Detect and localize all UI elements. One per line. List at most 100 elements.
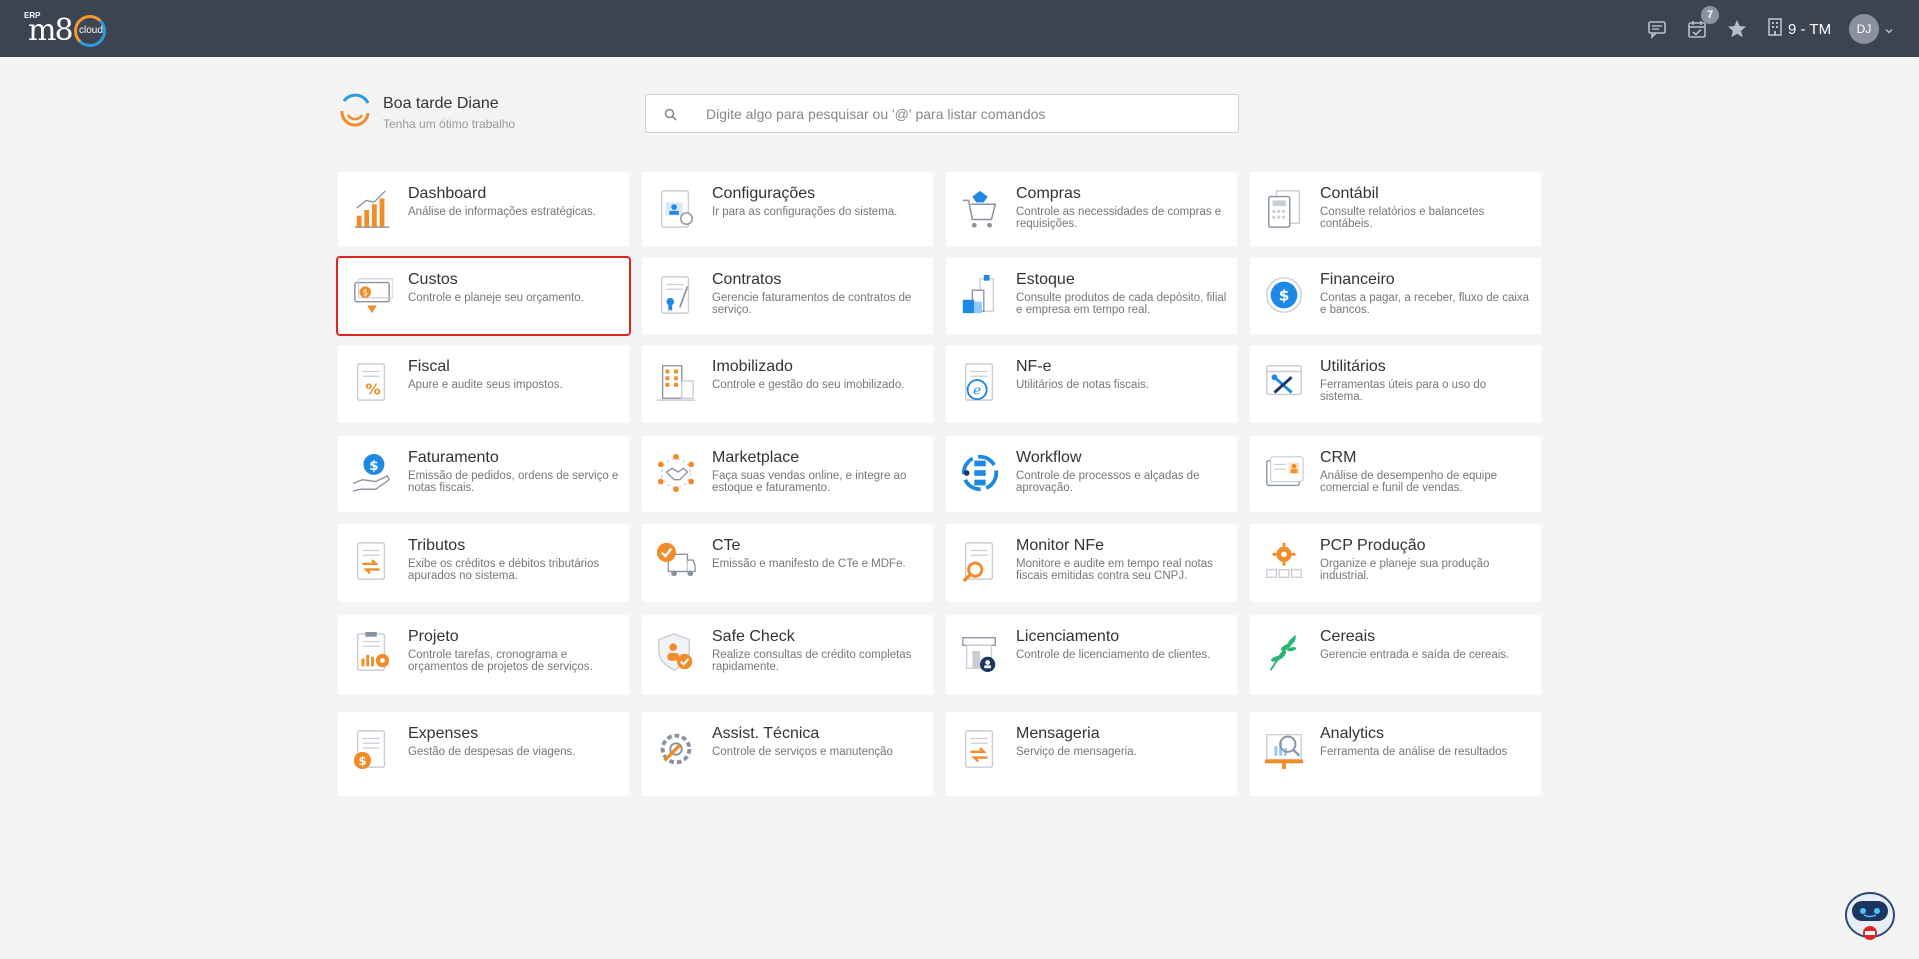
module-card-compras[interactable]: Compras Controle as necessidades de compr…: [946, 172, 1237, 246]
analytics-screen-icon: [1263, 726, 1305, 772]
module-card-licenciamento[interactable]: Licenciamento Controle de licenciamento d…: [946, 615, 1237, 695]
module-card-dashboard[interactable]: Dashboard Análise de informações estratég…: [338, 172, 629, 246]
module-card-nf-e[interactable]: e NF-e Utilitários de notas fiscais.: [946, 345, 1237, 423]
module-card-contratos[interactable]: Contratos Gerencie faturamentos de contra…: [642, 258, 933, 334]
svg-text:$: $: [363, 288, 368, 298]
crm-card-icon: [1263, 450, 1305, 496]
chevron-down-icon[interactable]: [1884, 23, 1894, 34]
module-description: Controle e planeje seu orçamento.: [408, 292, 584, 304]
module-title: Workflow: [1016, 449, 1082, 466]
module-title: Monitor NFe: [1016, 537, 1105, 554]
module-card-cte[interactable]: CTe Emissão e manifesto de CTe e MDFe.: [642, 524, 933, 602]
clipboard-gear-icon: [351, 629, 393, 675]
avatar[interactable]: DJ: [1849, 14, 1879, 44]
branch-label: 9 - TM: [1788, 20, 1832, 38]
module-card-fiscal[interactable]: % Fiscal Apure e audite seus impostos.: [338, 345, 629, 423]
module-description: Gestão de despesas de viagens.: [408, 746, 576, 758]
building-asset-icon: [655, 359, 697, 405]
search-input[interactable]: [706, 104, 1226, 124]
module-card-expenses[interactable]: $ Expenses Gestão de despesas de viagens.: [338, 712, 629, 796]
module-title: Compras: [1016, 185, 1081, 202]
module-card-mensageria[interactable]: Mensageria Serviço de mensageria.: [946, 712, 1237, 796]
module-description: Gerencie entrada e saída de cereais.: [1320, 649, 1510, 661]
module-card-utilitarios[interactable]: Utilitários Ferramentas úteis para o uso …: [1250, 345, 1541, 423]
module-card-custos[interactable]: $ Custos Controle e planeje seu orçamento.: [336, 256, 631, 336]
module-title: CRM: [1320, 449, 1357, 466]
module-title: Contratos: [712, 271, 782, 288]
module-card-imobilizado[interactable]: Imobilizado Controle e gestão do seu imob…: [642, 345, 933, 423]
module-title: Configurações: [712, 185, 816, 202]
module-card-analytics[interactable]: Analytics Ferramenta de análise de result…: [1250, 712, 1541, 796]
module-title: Tributos: [408, 537, 466, 554]
module-description: Análise de desempenho de equipe comercia…: [1320, 470, 1498, 494]
module-description: Emissão e manifesto de CTe e MDFe.: [712, 558, 906, 570]
module-card-pcp-producao[interactable]: PCP Produção Organize e planeje sua produ…: [1250, 524, 1541, 602]
wheat-icon: [1263, 629, 1305, 675]
module-card-estoque[interactable]: Estoque Consulte produtos de cada depósit…: [946, 258, 1237, 334]
module-card-assist-tecnica[interactable]: Assist. Técnica Controle de serviços e ma…: [642, 712, 933, 796]
module-title: CTe: [712, 537, 741, 554]
module-title: Contábil: [1320, 185, 1379, 202]
module-description: Faça suas vendas online, e integre ao es…: [712, 470, 907, 494]
settings-profile-icon: [655, 186, 697, 232]
module-title: NF-e: [1016, 358, 1052, 375]
module-title: Marketplace: [712, 449, 800, 466]
greeting-title: Boa tarde Diane: [383, 95, 499, 112]
module-title: Analytics: [1320, 725, 1385, 742]
module-description: Monitore e audite em tempo real notas fi…: [1016, 558, 1213, 582]
svg-text:%: %: [365, 380, 380, 398]
module-title: Projeto: [408, 628, 459, 645]
module-card-projeto[interactable]: Projeto Controle tarefas, cronograma e or…: [338, 615, 629, 695]
module-card-financeiro[interactable]: $ Financeiro Contas a pagar, a receber, fl…: [1250, 258, 1541, 334]
module-title: PCP Produção: [1320, 537, 1426, 554]
network-handshake-icon: [655, 450, 697, 496]
calendar-badge: 7: [1701, 6, 1719, 24]
module-title: Faturamento: [408, 449, 499, 466]
boxes-icon: [959, 272, 1001, 318]
module-card-workflow[interactable]: Workflow Controle de processos e alçadas …: [946, 436, 1237, 512]
nfe-document-icon: e: [959, 359, 1001, 405]
search-box: [645, 94, 1239, 133]
branch-selector[interactable]: 9 - TM: [1768, 18, 1831, 40]
module-description: Controle tarefas, cronograma e orçamento…: [408, 649, 593, 673]
module-card-crm[interactable]: CRM Análise de desempenho de equipe comer…: [1250, 436, 1541, 512]
module-description: Controle de processos e alçadas de aprov…: [1016, 470, 1200, 494]
workflow-icon: [959, 450, 1001, 496]
shopping-cart-icon: [959, 186, 1001, 232]
expense-coin-icon: $: [351, 726, 393, 772]
tax-exchange-icon: [351, 538, 393, 584]
star-icon[interactable]: [1726, 18, 1748, 40]
module-description: Ir para as configurações do sistema.: [712, 206, 898, 218]
module-description: Controle as necessidades de compras e re…: [1016, 206, 1222, 230]
max-assistant-icon[interactable]: [1842, 887, 1898, 943]
module-description: Consulte produtos de cada depósito, fili…: [1016, 292, 1227, 316]
svg-text:$: $: [369, 459, 378, 474]
logo-m8-text: m8: [28, 13, 74, 48]
module-card-cereais[interactable]: Cereais Gerencie entrada e saída de cerea…: [1250, 615, 1541, 695]
magnifier-document-icon: [959, 538, 1001, 584]
chat-icon[interactable]: [1646, 18, 1668, 40]
m8-cloud-logo[interactable]: ERP m8 cloud: [24, 9, 114, 51]
module-title: Cereais: [1320, 628, 1376, 645]
module-description: Gerencie faturamentos de contratos de se…: [712, 292, 912, 316]
module-description: Controle de licenciamento de clientes.: [1016, 649, 1211, 661]
wrench-gear-icon: [655, 726, 697, 772]
module-card-tributos[interactable]: Tributos Exibe os créditos e débitos trib…: [338, 524, 629, 602]
module-card-faturamento[interactable]: $ Faturamento Emissão de pedidos, ordens d…: [338, 436, 629, 512]
module-description: Serviço de mensageria.: [1016, 746, 1137, 758]
module-card-contabil[interactable]: Contábil Consulte relatórios e balancetes…: [1250, 172, 1541, 246]
message-exchange-icon: [959, 726, 1001, 772]
tools-icon: [1263, 359, 1305, 405]
top-bar: ERP m8 cloud 7 9 - TM DJ: [0, 0, 1919, 57]
module-card-safe-check[interactable]: Safe Check Realize consultas de crédito c…: [642, 615, 933, 695]
calculator-icon: [1263, 186, 1305, 232]
module-description: Análise de informações estratégicas.: [408, 206, 596, 218]
module-description: Realize consultas de crédito completas r…: [712, 649, 912, 673]
hand-dollar-icon: $: [351, 450, 393, 496]
module-card-monitor-nfe[interactable]: Monitor NFe Monitore e audite em tempo re…: [946, 524, 1237, 602]
module-title: Imobilizado: [712, 358, 793, 375]
module-card-marketplace[interactable]: Marketplace Faça suas vendas online, e in…: [642, 436, 933, 512]
module-description: Utilitários de notas fiscais.: [1016, 379, 1149, 391]
module-card-configuracoes[interactable]: Configurações Ir para as configurações do…: [642, 172, 933, 246]
svg-text:$: $: [358, 754, 366, 768]
